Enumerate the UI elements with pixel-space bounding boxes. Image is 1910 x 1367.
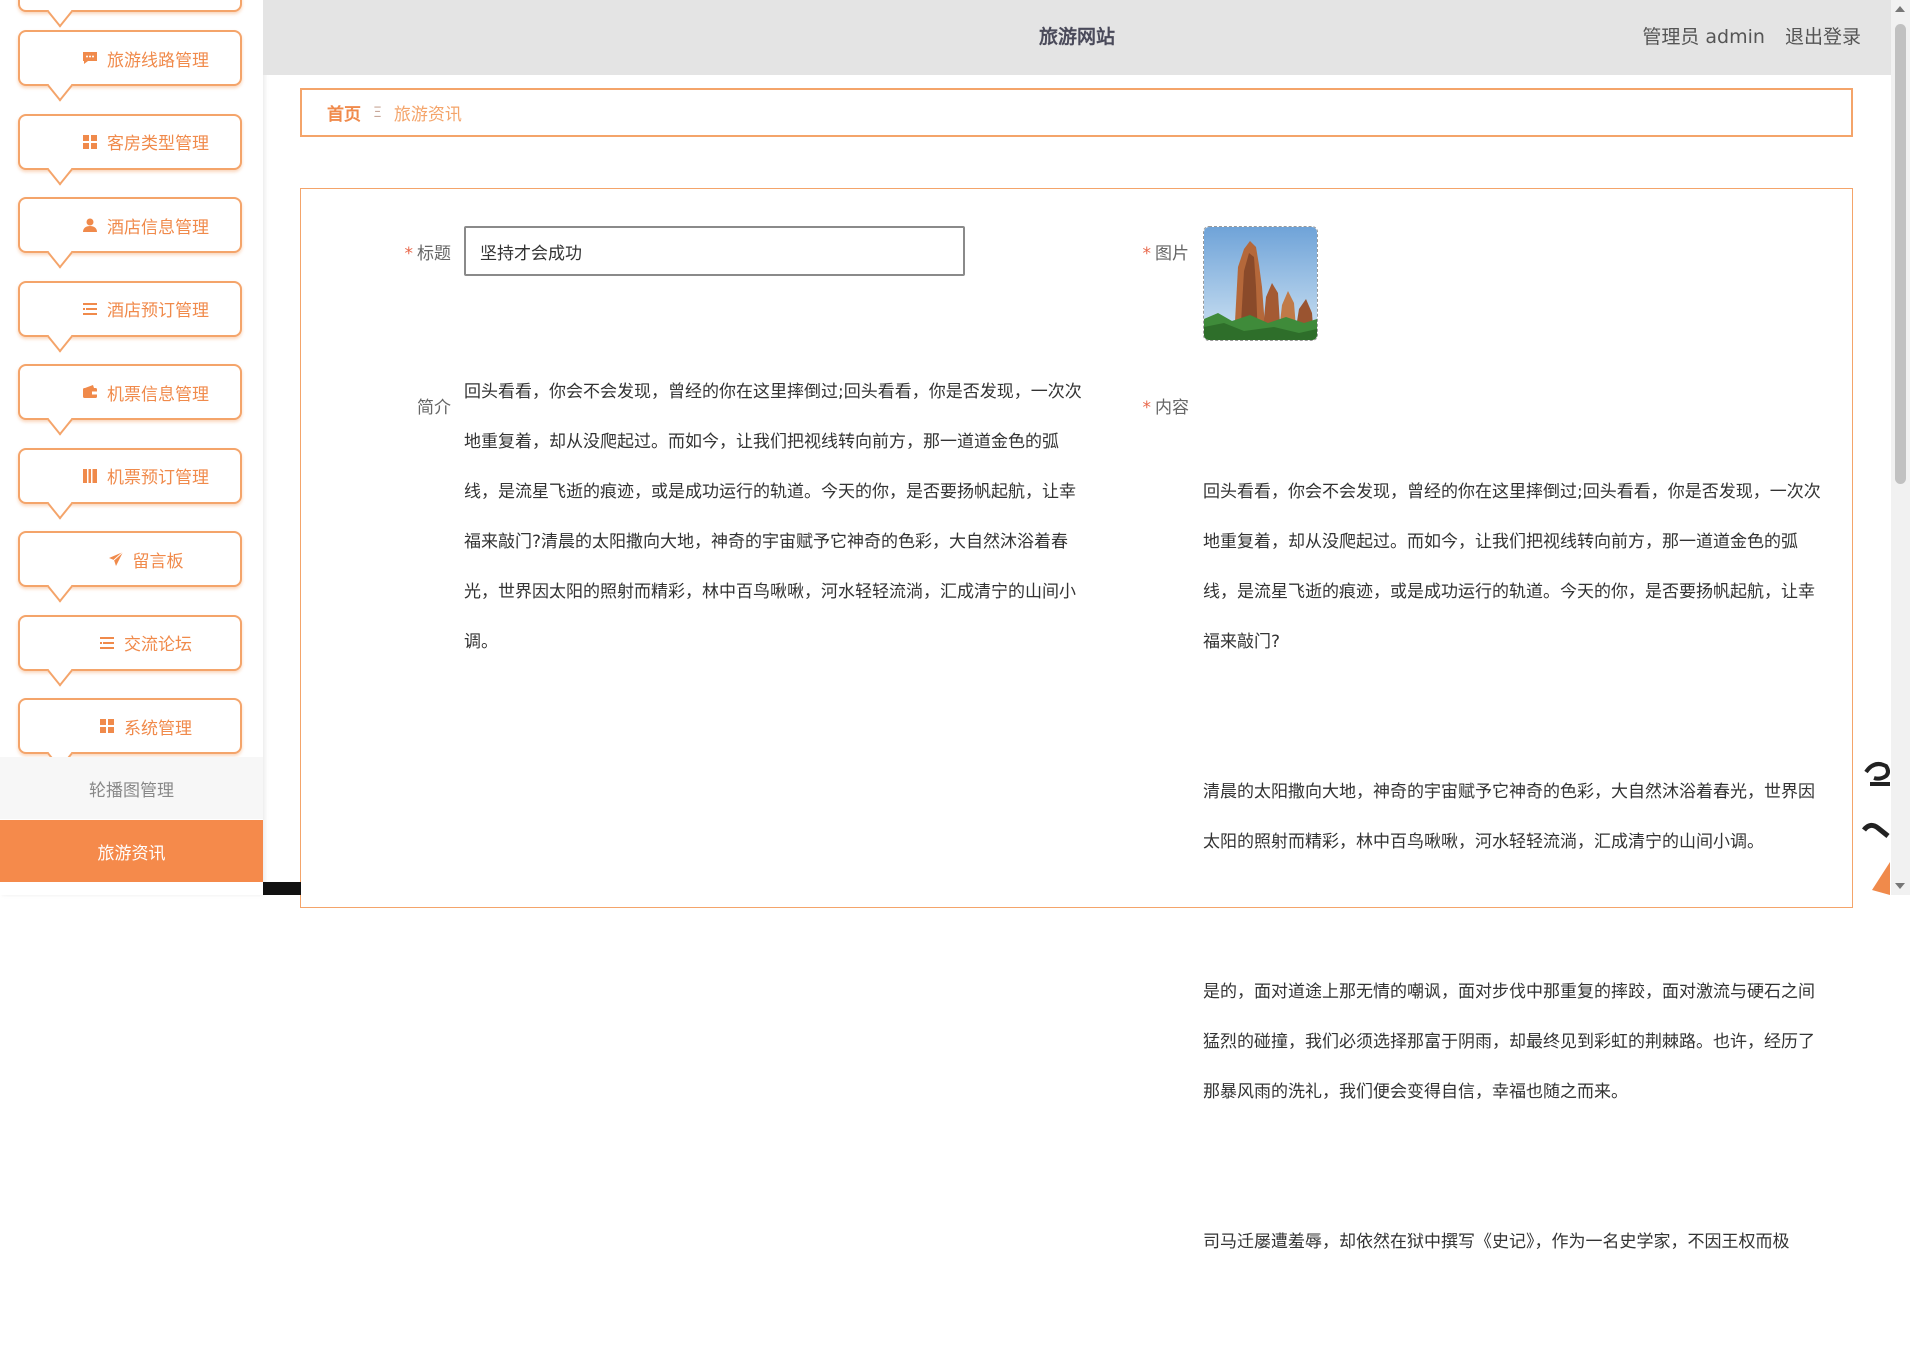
breadcrumb-current: 旅游资讯 xyxy=(393,105,462,125)
sidebar-menu-item-content: 酒店信息管理 xyxy=(51,213,209,238)
top-header: 旅游网站 管理员 admin 退出登录 xyxy=(263,0,1891,75)
speech-bubble-tail xyxy=(47,70,73,102)
content-text: 回头看看，你会不会发现，曾经的你在这里摔倒过;回头看看，你是否发现，一次次地重复… xyxy=(1203,367,1828,1367)
speech-bubble-tail xyxy=(47,237,73,269)
sidebar-menu-item-content: 客房类型管理 xyxy=(51,129,209,154)
scrollbar-thumb[interactable] xyxy=(1895,24,1906,484)
sidebar-menu-item[interactable]: 酒店预订管理 xyxy=(18,280,242,353)
user-icon xyxy=(81,216,99,234)
speech-bubble-tail xyxy=(47,320,73,353)
send-icon xyxy=(107,550,125,568)
floating-helper-icon[interactable] xyxy=(1852,750,1890,895)
page-scrollbar[interactable] xyxy=(1891,0,1910,895)
scroll-down-arrow-icon[interactable] xyxy=(1895,883,1905,889)
content-paragraph: 清晨的太阳撒向大地，神奇的宇宙赋予它神奇的色彩，大自然沐浴着春光，世界因太阳的照… xyxy=(1203,782,1815,852)
image-label: * 图片 xyxy=(1109,239,1190,264)
content-paragraph: 司马迁屡遭羞辱，却依然在狱中撰写《史记》，作为一名史学家，不因王权而极 xyxy=(1203,1232,1790,1252)
title-label-text: 标题 xyxy=(417,244,451,264)
content-paragraph: 回头看看，你会不会发现，曾经的你在这里摔倒过;回头看看，你是否发现，一次次地重复… xyxy=(1203,482,1821,652)
sidebar-subitem-travel-news[interactable]: 旅游资讯 xyxy=(0,820,263,882)
sidebar-menu-item[interactable]: 交流论坛 xyxy=(18,614,242,687)
required-star: * xyxy=(1142,398,1152,418)
sidebar-menu-item-content: 旅游线路管理 xyxy=(51,46,209,71)
grid-icon xyxy=(98,717,116,735)
sidebar-menu-item-content: 留言板 xyxy=(77,547,184,572)
breadcrumb: 首页 Ξ 旅游资讯 xyxy=(300,88,1853,137)
sidebar-menu-item-label: 交流论坛 xyxy=(124,635,192,655)
sidebar: 旅游线路管理 客房类型管理 酒店信息管理 酒店预订管理 机票信息管理 机票预订管理 留言板交… xyxy=(0,0,263,895)
book-icon xyxy=(81,467,99,485)
sidebar-menu-item-content: 交流论坛 xyxy=(68,630,192,655)
sidebar-menu-item-label: 酒店信息管理 xyxy=(107,217,209,238)
detail-form-panel: *标题 *图片 简介 回头看看，你会不会发现，曾经的你在这里摔倒过;回头看看，你… xyxy=(300,188,1853,1252)
sidebar-subitem-label: 轮播图管理 xyxy=(89,780,174,801)
sidebar-subitem-label: 旅游资讯 xyxy=(97,843,166,864)
bottom-dark-strip xyxy=(263,882,301,895)
chat-icon xyxy=(81,49,99,67)
title-input[interactable] xyxy=(464,226,965,276)
image-label-text: 图片 xyxy=(1155,244,1189,264)
speech-bubble-tail xyxy=(47,654,73,687)
sidebar-menu-item[interactable]: 酒店信息管理 xyxy=(18,197,242,269)
list-icon xyxy=(98,634,116,652)
sidebar-menu-item-content: 系统管理 xyxy=(68,714,192,739)
sidebar-menu-partial[interactable] xyxy=(18,0,242,28)
helper-widget-graphic xyxy=(1862,762,1890,895)
header-user-area: 管理员 admin 退出登录 xyxy=(1628,0,1861,75)
sidebar-menu-item-label: 机票预订管理 xyxy=(107,468,209,488)
speech-bubble-tail xyxy=(47,571,73,603)
news-image-thumbnail[interactable] xyxy=(1203,226,1318,341)
required-star: * xyxy=(404,244,414,264)
sidebar-menu-item-label: 留言板 xyxy=(132,551,184,572)
sidebar-menu-item-label: 旅游线路管理 xyxy=(107,50,209,71)
sidebar-menu-item-content: 机票预订管理 xyxy=(51,463,209,488)
grid-icon xyxy=(81,133,99,151)
speech-bubble-tail xyxy=(47,487,73,520)
sidebar-menu-item-content: 酒店预订管理 xyxy=(51,296,209,321)
sidebar-menu-item[interactable]: 机票预订管理 xyxy=(18,447,242,520)
speech-bubble-tail xyxy=(47,404,73,436)
speech-bubble-tail xyxy=(47,153,73,186)
sidebar-menu-item-label: 客房类型管理 xyxy=(107,134,209,154)
sidebar-menu-item-label: 酒店预订管理 xyxy=(107,301,209,321)
title-label: * 标题 xyxy=(371,239,452,264)
rock-landscape-image xyxy=(1204,227,1317,340)
sidebar-menu-item[interactable]: 机票信息管理 xyxy=(18,364,242,436)
summary-text: 回头看看，你会不会发现，曾经的你在这里摔倒过;回头看看，你是否发现，一次次地重复… xyxy=(464,382,1082,652)
summary-label: 简介 xyxy=(371,393,451,418)
required-star: * xyxy=(1142,244,1152,264)
sidebar-subitem-carousel[interactable]: 轮播图管理 xyxy=(0,757,263,819)
content-paragraph: 是的，面对道途上那无情的嘲讽，面对步伐中那重复的摔跤，面对激流与硬石之间猛烈的碰… xyxy=(1203,982,1815,1102)
breadcrumb-home-link[interactable]: 首页 xyxy=(327,100,361,125)
sidebar-menu-item[interactable]: 系统管理 xyxy=(18,698,242,770)
sidebar-menu-item[interactable]: 旅游线路管理 xyxy=(18,30,242,102)
breadcrumb-separator-icon: Ξ xyxy=(373,104,382,121)
sidebar-menu-item[interactable]: 客房类型管理 xyxy=(18,113,242,186)
sidebar-menu-item[interactable]: 留言板 xyxy=(18,531,242,603)
sidebar-menu-item-label: 系统管理 xyxy=(124,718,192,739)
scroll-up-arrow-icon[interactable] xyxy=(1895,6,1905,12)
logout-link[interactable]: 退出登录 xyxy=(1785,26,1861,48)
sidebar-menu-item-content: 机票信息管理 xyxy=(51,380,209,405)
wallet-icon xyxy=(81,383,99,401)
sidebar-menu-item-label: 机票信息管理 xyxy=(107,384,209,405)
summary-label-text: 简介 xyxy=(417,398,451,418)
list-icon xyxy=(81,300,99,318)
content-label-text: 内容 xyxy=(1155,398,1189,418)
admin-user-label: 管理员 admin xyxy=(1642,26,1765,48)
content-label: * 内容 xyxy=(1109,393,1190,418)
